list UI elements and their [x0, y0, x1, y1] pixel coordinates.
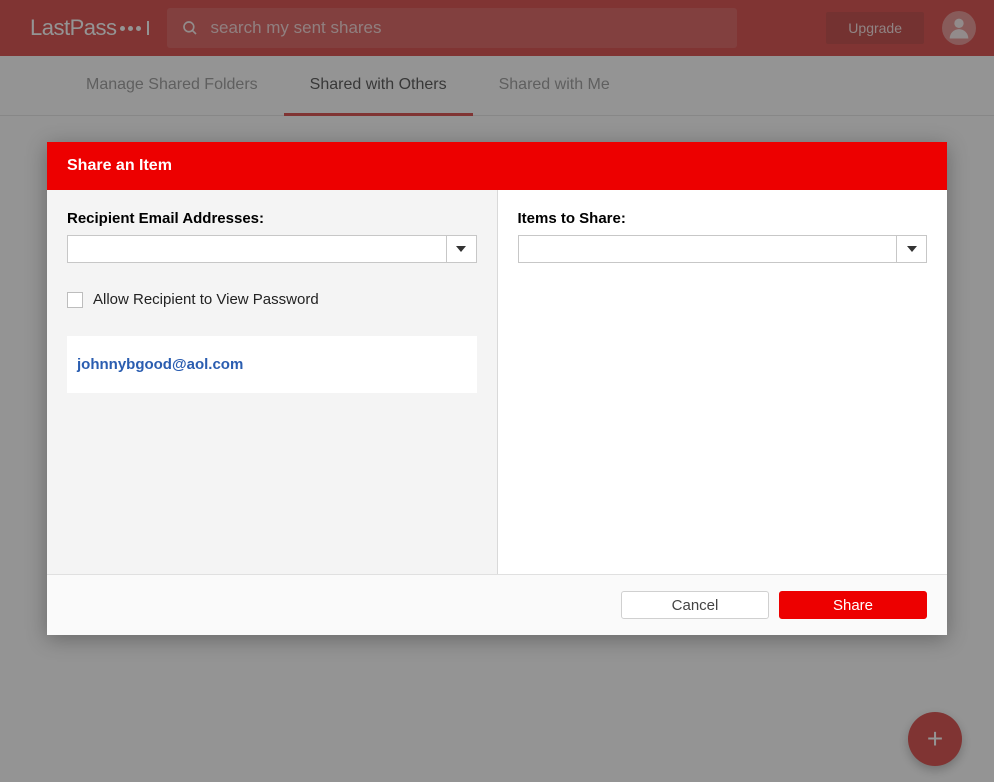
cancel-button[interactable]: Cancel: [621, 591, 769, 619]
modal-body: Recipient Email Addresses: Allow Recipie…: [47, 190, 947, 574]
allow-view-password-row[interactable]: Allow Recipient to View Password: [67, 291, 477, 308]
recipients-dropdown-button[interactable]: [446, 236, 476, 262]
items-label: Items to Share:: [518, 210, 928, 227]
suggested-email[interactable]: johnnybgood@aol.com: [67, 336, 477, 393]
modal-title: Share an Item: [47, 142, 947, 190]
modal-footer: Cancel Share: [47, 574, 947, 635]
share-item-modal: Share an Item Recipient Email Addresses:…: [47, 142, 947, 635]
items-combo[interactable]: [518, 235, 928, 263]
items-dropdown-button[interactable]: [896, 236, 926, 262]
allow-view-password-checkbox[interactable]: [67, 292, 83, 308]
allow-view-password-label: Allow Recipient to View Password: [93, 291, 319, 308]
share-button[interactable]: Share: [779, 591, 927, 619]
modal-overlay: Share an Item Recipient Email Addresses:…: [0, 0, 994, 782]
caret-down-icon: [907, 246, 917, 252]
recipients-label: Recipient Email Addresses:: [67, 210, 477, 227]
items-input[interactable]: [519, 236, 897, 262]
modal-right-column: Items to Share:: [498, 190, 948, 574]
recipients-combo[interactable]: [67, 235, 477, 263]
recipients-input[interactable]: [68, 236, 446, 262]
caret-down-icon: [456, 246, 466, 252]
modal-left-column: Recipient Email Addresses: Allow Recipie…: [47, 190, 498, 574]
